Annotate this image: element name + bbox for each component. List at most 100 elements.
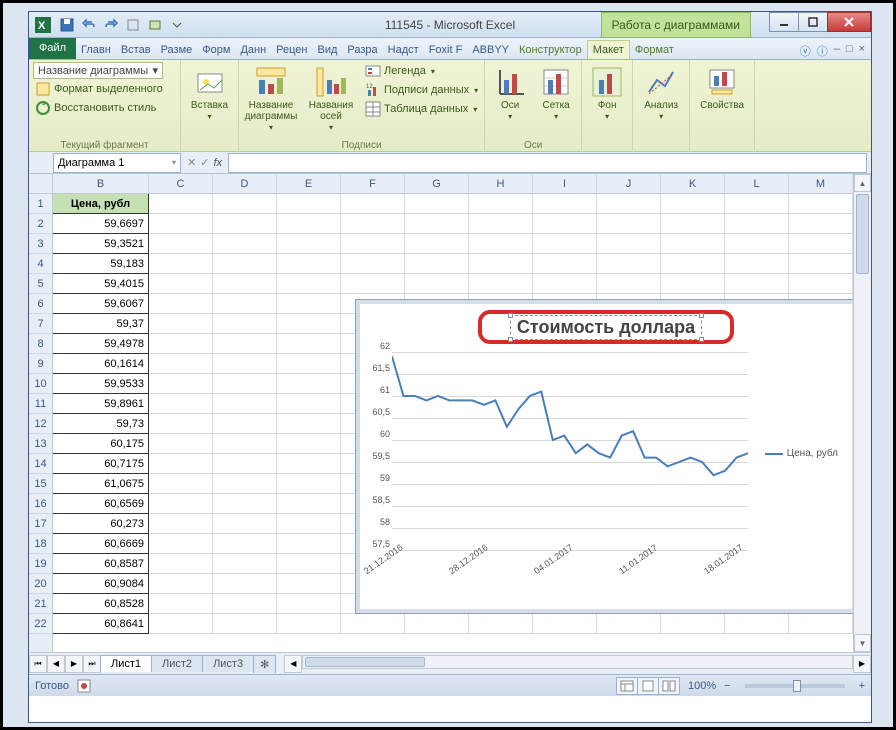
cell[interactable]	[277, 574, 341, 594]
format-selection-button[interactable]: Формат выделенного	[33, 80, 176, 98]
row-header[interactable]: 13	[29, 434, 52, 454]
tab-abbyy[interactable]: ABBYY	[467, 41, 514, 59]
cell[interactable]	[341, 254, 405, 274]
cell[interactable]	[149, 374, 213, 394]
legend-button[interactable]: Легенда▾	[363, 62, 480, 80]
cell[interactable]	[149, 254, 213, 274]
tab-file[interactable]: Файл	[29, 37, 76, 59]
cell[interactable]	[405, 194, 469, 214]
cell[interactable]	[725, 214, 789, 234]
cell[interactable]	[277, 374, 341, 394]
cell[interactable]	[213, 614, 277, 634]
select-all-corner[interactable]	[29, 174, 52, 194]
cell[interactable]: 60,8528	[53, 594, 149, 614]
cell[interactable]	[149, 474, 213, 494]
cell[interactable]	[597, 214, 661, 234]
row-header[interactable]: 18	[29, 534, 52, 554]
data-table-button[interactable]: Таблица данных▾	[363, 100, 480, 118]
cell[interactable]	[661, 234, 725, 254]
cell[interactable]	[533, 614, 597, 634]
row-header[interactable]: 9	[29, 354, 52, 374]
cell[interactable]: 59,8961	[53, 394, 149, 414]
cell[interactable]: 60,1614	[53, 354, 149, 374]
name-box[interactable]: Диаграмма 1▾	[53, 153, 181, 173]
cell[interactable]	[213, 354, 277, 374]
tab-pagelayout[interactable]: Разме	[156, 41, 198, 59]
view-pagebreak-button[interactable]	[658, 677, 680, 695]
row-header[interactable]: 1	[29, 194, 52, 214]
row-header[interactable]: 12	[29, 414, 52, 434]
col-header[interactable]: M	[789, 174, 853, 193]
cancel-formula-icon[interactable]: ✕	[187, 156, 196, 169]
cell[interactable]	[213, 574, 277, 594]
doc-max-icon[interactable]: □	[846, 43, 853, 59]
cell[interactable]	[277, 274, 341, 294]
scroll-up-icon[interactable]: ▲	[854, 174, 871, 192]
cell[interactable]	[661, 254, 725, 274]
cell[interactable]: 59,4978	[53, 334, 149, 354]
cell[interactable]	[213, 594, 277, 614]
axes-button[interactable]: Оси▾	[489, 62, 531, 122]
cell[interactable]	[149, 514, 213, 534]
col-header[interactable]: B	[53, 174, 149, 193]
cell[interactable]	[277, 314, 341, 334]
view-pagelayout-button[interactable]	[637, 677, 659, 695]
tab-nav-next-icon[interactable]: ▶	[65, 655, 83, 673]
sheet-tab[interactable]: Лист1	[100, 655, 152, 672]
cell[interactable]: 60,6569	[53, 494, 149, 514]
cell[interactable]	[213, 394, 277, 414]
cell[interactable]	[277, 394, 341, 414]
row-header[interactable]: 6	[29, 294, 52, 314]
cell[interactable]	[341, 194, 405, 214]
plot-area[interactable]: 57,55858,55959,56060,56161,562 21.12.201…	[392, 352, 748, 550]
doc-close-icon[interactable]: ×	[859, 43, 865, 59]
row-header[interactable]: 3	[29, 234, 52, 254]
cell[interactable]	[149, 554, 213, 574]
help-icon[interactable]: ⓘ	[817, 43, 828, 59]
cell[interactable]	[469, 254, 533, 274]
cell[interactable]	[213, 434, 277, 454]
cell[interactable]	[661, 194, 725, 214]
cell[interactable]: 59,9533	[53, 374, 149, 394]
chart-legend[interactable]: Цена, рубл	[765, 448, 838, 459]
horizontal-scrollbar[interactable]: ◀ ▶	[284, 655, 871, 673]
cell[interactable]	[149, 194, 213, 214]
cell[interactable]	[469, 614, 533, 634]
save-icon[interactable]	[57, 15, 77, 35]
cell[interactable]	[725, 254, 789, 274]
cell[interactable]	[725, 234, 789, 254]
hscroll-left-icon[interactable]: ◀	[284, 655, 302, 673]
tab-home[interactable]: Главн	[76, 41, 116, 59]
cell[interactable]	[277, 614, 341, 634]
scroll-down-icon[interactable]: ▼	[854, 634, 871, 652]
cell[interactable]	[789, 234, 853, 254]
cell[interactable]	[405, 614, 469, 634]
cell[interactable]	[149, 434, 213, 454]
cell[interactable]	[789, 254, 853, 274]
cell[interactable]	[277, 194, 341, 214]
tab-formulas[interactable]: Форм	[197, 41, 235, 59]
tab-chart-design[interactable]: Конструктор	[514, 41, 587, 59]
reset-style-button[interactable]: Восстановить стиль	[33, 99, 176, 117]
cell[interactable]	[597, 274, 661, 294]
hscroll-thumb[interactable]	[305, 657, 425, 667]
vertical-scrollbar[interactable]: ▲ ▼	[853, 174, 871, 652]
row-header[interactable]: 14	[29, 454, 52, 474]
cell[interactable]	[469, 274, 533, 294]
zoom-level[interactable]: 100%	[688, 680, 716, 692]
cell[interactable]	[597, 254, 661, 274]
tab-view[interactable]: Вид	[313, 41, 343, 59]
cell[interactable]	[149, 294, 213, 314]
redo-icon[interactable]	[101, 15, 121, 35]
tab-chart-format[interactable]: Формат	[630, 41, 679, 59]
cell[interactable]: 60,8587	[53, 554, 149, 574]
plot-area-button[interactable]: Фон▾	[586, 62, 628, 122]
tab-nav-last-icon[interactable]: ⏭	[83, 655, 101, 673]
chart-element-selector[interactable]: Название диаграммы▾	[33, 62, 163, 79]
cell[interactable]: 59,73	[53, 414, 149, 434]
cell[interactable]	[149, 394, 213, 414]
col-header[interactable]: H	[469, 174, 533, 193]
fx-icon[interactable]: fx	[213, 157, 222, 169]
cell[interactable]	[341, 614, 405, 634]
hscroll-right-icon[interactable]: ▶	[853, 655, 871, 673]
